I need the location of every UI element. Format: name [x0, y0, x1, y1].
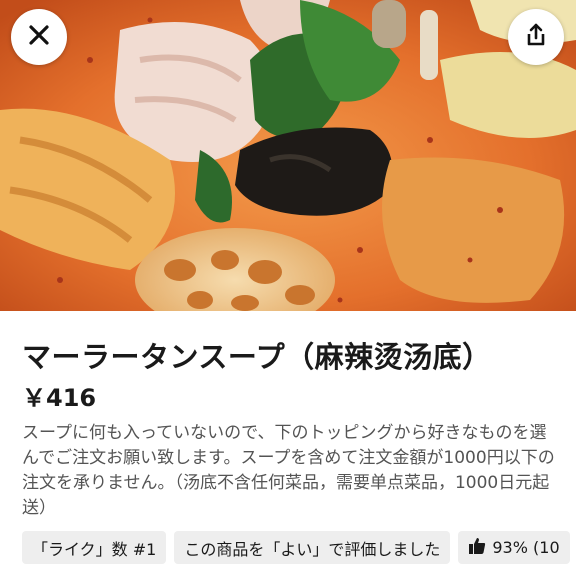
rating-label: 93% (10: [492, 538, 560, 557]
hotpot-image: [0, 0, 576, 311]
close-icon: [28, 24, 50, 50]
like-rank-label: 「ライク」数 #1: [32, 539, 157, 559]
share-button[interactable]: [508, 9, 564, 65]
rated-good-label: この商品を「よい」で評価しました: [184, 539, 441, 559]
close-button[interactable]: [11, 9, 67, 65]
share-icon: [525, 23, 547, 51]
rating-badge: 93% (10: [458, 531, 570, 564]
thumbs-up-icon: [468, 537, 486, 559]
item-description: スープに何も入っていないので、下のトッピングから好きなものを選んでご注文お願い致…: [22, 423, 555, 518]
rated-good-badge: この商品を「よい」で評価しました: [174, 531, 451, 564]
item-photo: [0, 0, 576, 311]
item-badges: 「ライク」数 #1 この商品を「よい」で評価しました 93% (10: [22, 531, 570, 564]
item-price: ￥416: [22, 384, 97, 412]
item-title: マーラータンスープ（麻辣烫汤底）: [22, 340, 492, 374]
like-rank-badge: 「ライク」数 #1: [22, 531, 167, 564]
